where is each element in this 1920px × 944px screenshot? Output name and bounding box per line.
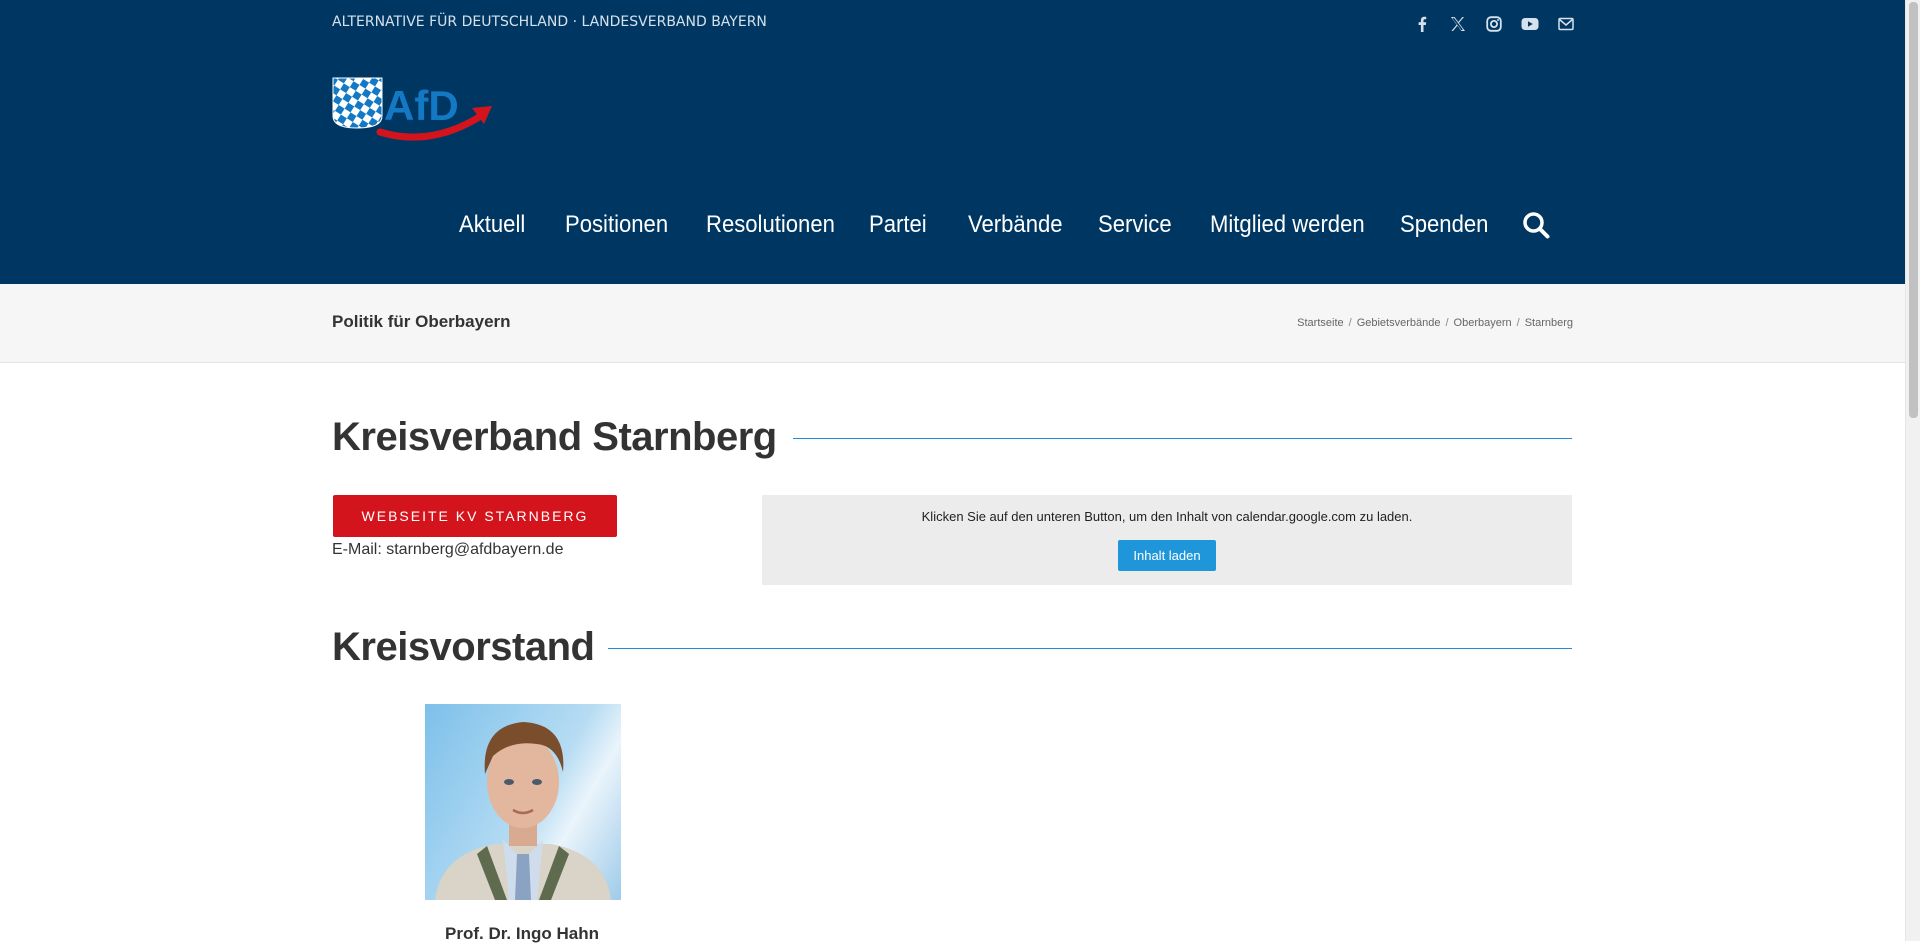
breadcrumb-gebietsverbaende[interactable]: Gebietsverbände [1357, 317, 1441, 329]
email-link[interactable]: starnberg@afdbayern.de [386, 541, 563, 558]
svg-text:AfD: AfD [384, 82, 459, 129]
page-scrollbar[interactable] [1905, 0, 1920, 941]
breadcrumb-oberbayern[interactable]: Oberbayern [1454, 317, 1512, 329]
mail-icon[interactable] [1556, 14, 1576, 34]
website-kv-button[interactable]: WEBSEITE KV STARNBERG [333, 495, 617, 537]
x-icon[interactable] [1448, 14, 1468, 34]
load-content-button[interactable]: Inhalt laden [1118, 540, 1216, 571]
calendar-embed-placeholder: Klicken Sie auf den unteren Button, um d… [762, 495, 1572, 585]
page-title-bar: Politik für Oberbayern Startseite / Gebiet… [0, 284, 1905, 363]
breadcrumb-separator: / [1445, 317, 1449, 329]
youtube-icon[interactable] [1520, 14, 1540, 34]
site-tagline: ALTERNATIVE FÜR DEUTSCHLAND · LANDESVERB… [332, 14, 767, 30]
nav-item-mitglied-werden[interactable]: Mitglied werden [1210, 208, 1365, 242]
scrollbar-thumb[interactable] [1909, 2, 1918, 418]
breadcrumb-startseite[interactable]: Startseite [1297, 317, 1343, 329]
member-portrait [425, 704, 621, 900]
search-icon[interactable] [1522, 211, 1550, 239]
breadcrumb-separator: / [1348, 317, 1352, 329]
nav-item-spenden[interactable]: Spenden [1400, 208, 1488, 242]
board-heading: Kreisvorstand [332, 625, 595, 669]
main-navigation: Aktuell Positionen Resolutionen Partei V… [0, 200, 1905, 250]
instagram-icon[interactable] [1484, 14, 1504, 34]
nav-item-resolutionen[interactable]: Resolutionen [706, 208, 835, 242]
breadcrumb-separator: / [1516, 317, 1520, 329]
page-title: Politik für Oberbayern [332, 312, 511, 331]
nav-item-positionen[interactable]: Positionen [565, 208, 668, 242]
social-links [1412, 14, 1905, 34]
member-name: Prof. Dr. Ingo Hahn [445, 924, 599, 943]
heading-divider [793, 438, 1572, 439]
nav-item-verbaende[interactable]: Verbände [968, 208, 1063, 242]
nav-item-partei[interactable]: Partei [869, 208, 927, 242]
section-heading-kreisverband: Kreisverband Starnberg [332, 407, 1572, 467]
email-line: E-Mail: starnberg@afdbayern.de [332, 541, 563, 559]
breadcrumb-current: Starnberg [1524, 317, 1573, 329]
facebook-icon[interactable] [1412, 14, 1432, 34]
page-heading: Kreisverband Starnberg [332, 415, 777, 459]
heading-divider [608, 648, 1572, 649]
email-label: E-Mail: [332, 541, 382, 558]
nav-item-aktuell[interactable]: Aktuell [459, 208, 525, 242]
calendar-consent-message: Klicken Sie auf den unteren Button, um d… [921, 509, 1413, 524]
breadcrumb: Startseite / Gebietsverbände / Oberbayern / St… [1297, 317, 1573, 329]
section-heading-kreisvorstand: Kreisvorstand [332, 617, 1572, 677]
site-header: ALTERNATIVE FÜR DEUTSCHLAND · LANDESVERB… [0, 0, 1905, 284]
afd-logo[interactable]: AfD [332, 76, 497, 146]
nav-item-service[interactable]: Service [1098, 208, 1172, 242]
